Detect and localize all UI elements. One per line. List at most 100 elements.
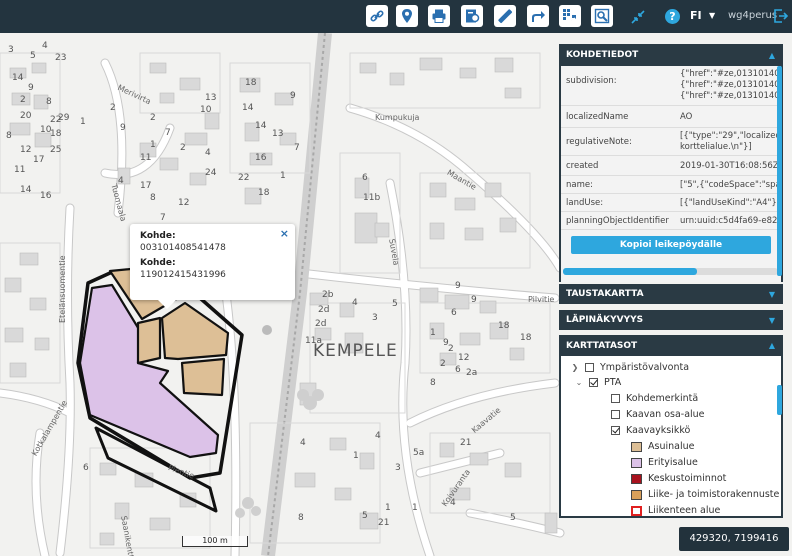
- layer-kaavan-osa-alue[interactable]: Kaavan osa-alue: [611, 409, 705, 420]
- share-route-button[interactable]: [527, 5, 549, 27]
- road-label: Pilvitie: [528, 295, 555, 304]
- search-map-button[interactable]: [591, 5, 613, 27]
- legend-label: Liike- ja toimistorakennuste: [648, 489, 780, 500]
- map-number: 9: [471, 295, 477, 305]
- panel-kohdetiedot-header[interactable]: KOHDETIEDOT ▲: [559, 44, 783, 66]
- map-number: 2: [448, 344, 454, 354]
- attribute-value: 2019-01-30T16:08:56Z: [680, 161, 779, 171]
- map-number: 12: [20, 145, 32, 155]
- chevron-down-icon[interactable]: ▼: [769, 290, 775, 299]
- attribute-row: subdivision: {"href":"#ze,013101408 {"hr…: [561, 66, 781, 106]
- chevron-up-icon[interactable]: ▲: [769, 51, 775, 60]
- share-route-icon: [532, 11, 545, 22]
- location-button[interactable]: [396, 5, 418, 27]
- map-number: 4: [118, 176, 124, 186]
- attribute-value: urn:uuid:c5d4fa69-e82: [680, 216, 778, 226]
- legend-liike-toimistorakennus: Liike- ja toimistorakennuste: [631, 489, 779, 500]
- karttatasot-panel: ❯ Ympäristövalvonta ⌄ PTA Kohdemerkintä Ka…: [559, 356, 783, 518]
- map-number: 10: [200, 105, 212, 115]
- layer-checkbox[interactable]: [611, 426, 620, 435]
- map-number: 3: [372, 313, 378, 323]
- layer-label: Kohdemerkintä: [626, 393, 699, 404]
- panel-title: KARTTATASOT: [566, 340, 638, 351]
- panel-title: TAUSTAKARTTA: [566, 289, 644, 299]
- chevron-down-icon[interactable]: ▼: [769, 316, 775, 325]
- map-number: 9: [120, 123, 126, 133]
- chevron-down-icon[interactable]: ▼: [709, 11, 715, 20]
- layer-kohdemerkinta[interactable]: Kohdemerkintä: [611, 393, 698, 404]
- map-number: 4: [375, 431, 381, 441]
- map-number: 5: [510, 513, 516, 523]
- map-number: 18: [50, 129, 62, 139]
- layer-label: Kaavayksikkö: [626, 425, 691, 436]
- panel-karttatasot-header[interactable]: KARTTATASOT ▲: [559, 335, 783, 356]
- map-number: 12: [178, 198, 190, 208]
- layer-checkbox[interactable]: [589, 378, 598, 387]
- map-number: 1: [385, 503, 391, 513]
- map-number: 21: [460, 438, 472, 448]
- road-label: Kumpukuja: [375, 113, 420, 122]
- feature-data-button[interactable]: [461, 5, 483, 27]
- print-button[interactable]: [428, 5, 450, 27]
- map-number: 14: [20, 185, 32, 195]
- chevron-up-icon[interactable]: ▲: [769, 341, 775, 350]
- close-icon[interactable]: ×: [280, 227, 289, 240]
- map-number: 6: [451, 308, 457, 318]
- attribute-row: landUse: [{"landUseKind":"A4"}]: [561, 194, 781, 212]
- map-number: 23: [55, 53, 67, 63]
- collapse-icon[interactable]: [631, 9, 645, 24]
- popup-value: 119012415431996: [140, 270, 226, 280]
- map-number: 14: [242, 103, 254, 113]
- link-icon: [370, 10, 384, 22]
- layer-checkbox[interactable]: [585, 363, 594, 372]
- vertical-scrollbar[interactable]: [777, 385, 782, 415]
- attribute-key: localizedName: [566, 112, 629, 122]
- horizontal-scrollbar[interactable]: [563, 268, 778, 275]
- vertical-scrollbar[interactable]: [777, 66, 782, 276]
- map-number: 8: [298, 513, 304, 523]
- link-button[interactable]: [366, 5, 388, 27]
- layer-group-ymparistovalvonta[interactable]: ❯ Ympäristövalvonta: [572, 362, 689, 373]
- feature-popup: Kohde: 003101408541478 Kohde: 1190124154…: [130, 224, 295, 309]
- panel-taustakartta-header[interactable]: TAUSTAKARTTA ▼: [559, 284, 783, 304]
- measure-line-button[interactable]: [494, 5, 516, 27]
- popup-heading: Kohde:: [140, 231, 176, 241]
- location-pin-icon: [402, 9, 412, 23]
- attribute-row: localizedName AO: [561, 106, 781, 128]
- map-number: 6: [83, 463, 89, 473]
- map-number: 11: [140, 153, 152, 163]
- copy-to-clipboard-button[interactable]: Kopioi leikepöydälle: [571, 236, 771, 254]
- chevron-right-icon[interactable]: ❯: [571, 363, 579, 372]
- map-number: 3: [8, 45, 14, 55]
- map-number: 8: [430, 378, 436, 388]
- panel-lapinakyvyys-header[interactable]: LÄPINÄKYVYYS ▼: [559, 310, 783, 330]
- map-number: 2: [20, 95, 26, 105]
- export-grid-button[interactable]: [559, 5, 581, 27]
- scrollbar-thumb[interactable]: [563, 268, 697, 275]
- map-number: 7: [165, 128, 171, 138]
- logout-icon[interactable]: [773, 8, 789, 24]
- layer-kaavayksikko[interactable]: Kaavayksikkö: [611, 425, 690, 436]
- map-number: 2d: [318, 305, 330, 315]
- map-number: 2b: [322, 290, 334, 300]
- legend-label: Erityisalue: [648, 457, 698, 468]
- help-icon[interactable]: ?: [665, 9, 680, 24]
- attribute-value: [{"type":"29","localized: [680, 131, 780, 141]
- attribute-value: korttelialue.\n"}]: [680, 142, 752, 152]
- legend-swatch: [631, 473, 642, 484]
- layer-checkbox[interactable]: [611, 394, 620, 403]
- attribute-key: planningObjectIdentifier: [566, 216, 669, 226]
- map-number: 18: [498, 321, 510, 331]
- layer-group-pta[interactable]: ⌄ PTA: [575, 377, 622, 388]
- map-number: 24: [205, 168, 217, 178]
- attribute-key: landUse:: [566, 198, 604, 208]
- map-number: 8: [6, 131, 12, 141]
- measure-line-icon: [498, 9, 513, 24]
- popup-value: 003101408541478: [140, 243, 226, 253]
- town-label: KEMPELE: [313, 341, 398, 361]
- map-number: 29: [58, 113, 70, 123]
- print-icon: [432, 9, 446, 23]
- language-selector[interactable]: FI: [690, 9, 702, 22]
- chevron-down-icon[interactable]: ⌄: [575, 378, 583, 387]
- layer-checkbox[interactable]: [611, 410, 620, 419]
